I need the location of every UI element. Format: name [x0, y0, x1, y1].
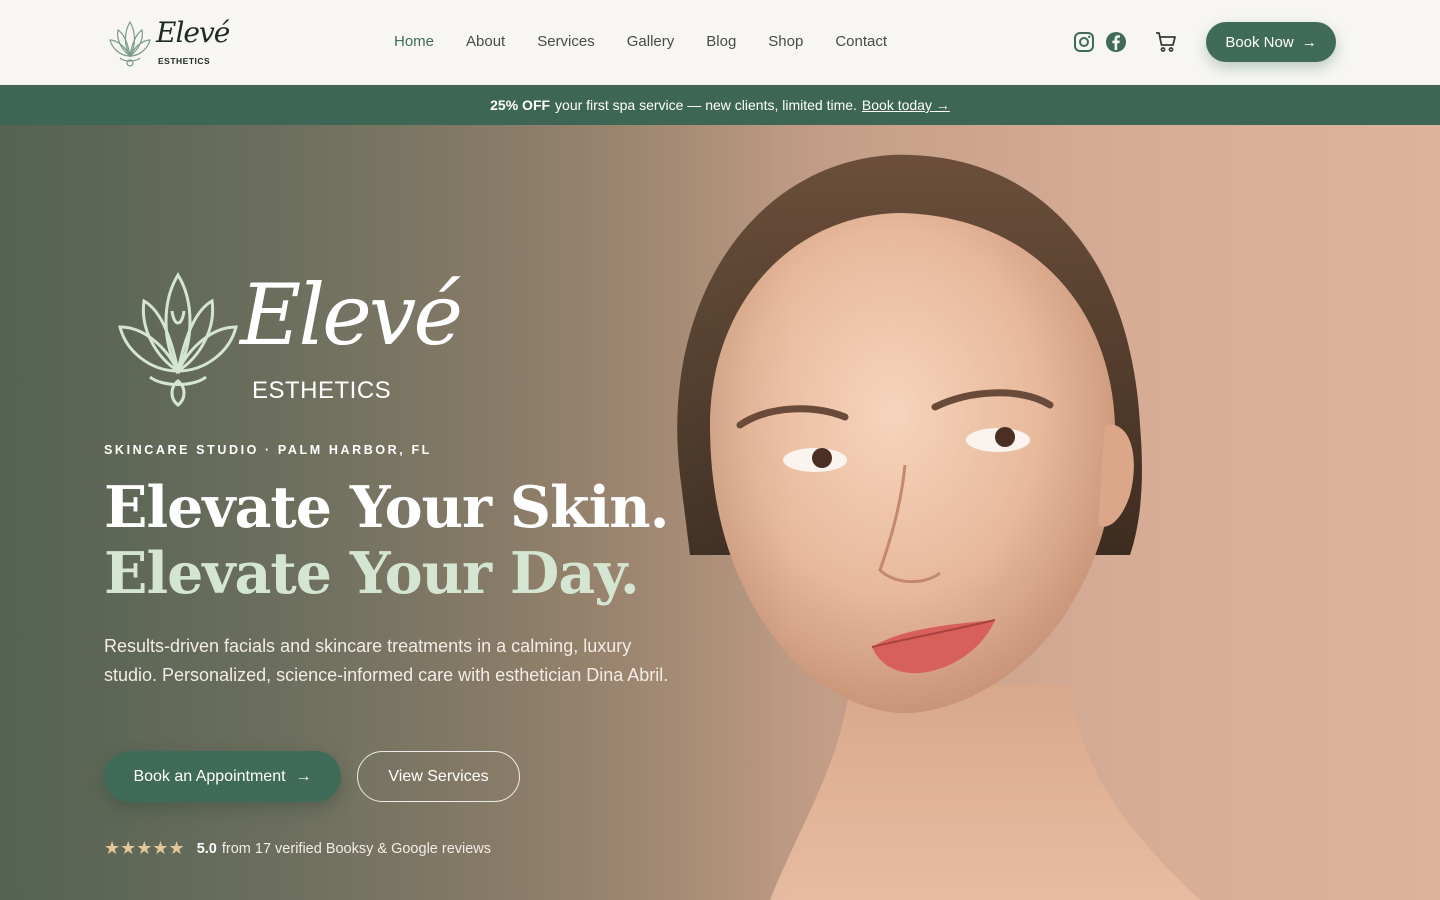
view-services-label: View Services — [388, 767, 489, 785]
rating-text: from 17 verified Booksy & Google reviews — [221, 840, 492, 857]
hero-brand-logo: Elevé ESTHETICS — [112, 265, 463, 415]
hero-headline: Elevate Your Skin. Elevate Your Day. — [104, 474, 670, 607]
logo-subtitle: ESTHETICS — [158, 56, 211, 66]
promo-book-link[interactable]: Book today → — [862, 97, 950, 113]
hero-section: Elevé ESTHETICS SKINCARE STUDIO · PALM H… — [0, 125, 1440, 900]
hero-description: Results-driven facials and skincare trea… — [104, 636, 669, 685]
nav-blog[interactable]: Blog — [706, 32, 736, 52]
hero-logo-subtitle: ESTHETICS — [252, 377, 392, 404]
star-rating-icon: ★★★★★ — [104, 838, 185, 858]
book-now-button[interactable]: Book Now → — [1206, 22, 1336, 62]
rating-value: 5.0 — [196, 840, 217, 857]
view-services-button[interactable]: View Services — [357, 751, 520, 802]
nav-contact[interactable]: Contact — [835, 32, 887, 52]
arrow-right-icon: → — [295, 767, 312, 785]
promo-discount: 25% OFF — [490, 97, 551, 113]
promo-text: your first spa service — new clients, li… — [555, 97, 857, 113]
hero-eyebrow: SKINCARE STUDIO · PALM HARBOR, FL — [104, 443, 432, 457]
site-header: Elevé ESTHETICS Home About Services Gall… — [0, 0, 1440, 85]
nav-gallery[interactable]: Gallery — [627, 32, 675, 52]
headline-line-2: Elevate Your Day. — [104, 540, 640, 607]
nav-home[interactable]: Home — [394, 32, 434, 52]
logo-wordmark: Elevé — [156, 16, 230, 49]
book-now-label: Book Now — [1225, 33, 1294, 51]
arrow-right-icon: → — [1301, 33, 1317, 51]
facebook-icon[interactable] — [1104, 30, 1128, 54]
brand-logo[interactable]: Elevé ESTHETICS — [106, 14, 230, 70]
nav-services[interactable]: Services — [537, 32, 595, 52]
promo-banner: 25% OFF your first spa service — new cli… — [0, 85, 1440, 125]
lotus-icon — [118, 272, 238, 407]
lotus-icon — [109, 20, 151, 67]
book-appointment-button[interactable]: Book an Appointment → — [104, 751, 341, 802]
instagram-icon[interactable] — [1072, 30, 1096, 54]
hero-logo-wordmark: Elevé — [240, 266, 463, 364]
cart-icon[interactable] — [1154, 30, 1178, 54]
rating-summary: ★★★★★ 5.0 from 17 verified Booksy & Goog… — [104, 838, 491, 859]
book-appointment-label: Book an Appointment — [133, 767, 286, 785]
headline-line-1: Elevate Your Skin. — [104, 474, 670, 541]
nav-about[interactable]: About — [466, 32, 505, 52]
main-nav: Home About Services Gallery Blog Shop Co… — [394, 32, 919, 52]
nav-shop[interactable]: Shop — [768, 32, 803, 52]
